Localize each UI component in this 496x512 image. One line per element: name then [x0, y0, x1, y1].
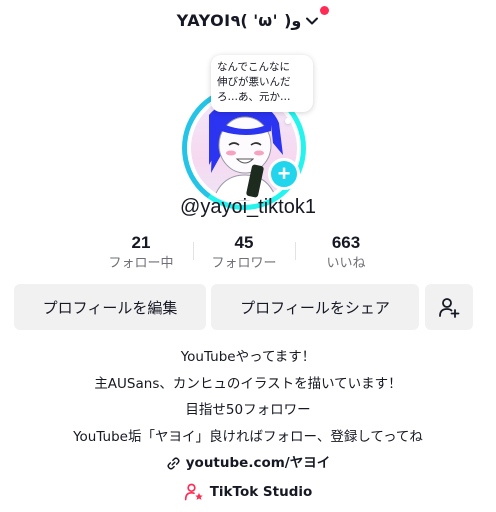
stat-likes[interactable]: 663 いいね [296, 232, 396, 274]
profile-stats: 21 フォロー中 45 フォロワー 663 いいね [0, 232, 496, 276]
account-switcher[interactable]: YAYOI٩( 'ω' )و [0, 11, 496, 30]
chevron-down-icon [306, 17, 319, 24]
share-profile-button[interactable]: プロフィールをシェア [211, 284, 419, 330]
bio-line: 主AUSans、カンヒュのイラストを描いています！ [94, 375, 402, 392]
add-person-icon [439, 298, 460, 318]
add-story-button[interactable]: + [268, 158, 300, 190]
following-count: 21 [131, 233, 151, 252]
add-friend-button[interactable] [425, 284, 473, 330]
username-handle: @yayoi_tiktok1 [180, 196, 316, 218]
profile-header: YAYOI٩( 'ω' )و [0, 0, 496, 44]
status-bubble-text: なんでこんなに 伸びが悪いんだ ろ…あ、元か… [217, 61, 291, 103]
creator-star-icon [184, 483, 203, 501]
notification-dot [320, 6, 329, 15]
likes-label: いいね [326, 256, 366, 271]
stat-followers[interactable]: 45 フォロワー [194, 232, 294, 274]
stat-following[interactable]: 21 フォロー中 [91, 232, 191, 274]
tiktok-studio-link[interactable]: TikTok Studio [0, 482, 496, 502]
followers-count: 45 [234, 233, 254, 252]
tiktok-studio-label: TikTok Studio [209, 484, 313, 500]
likes-count: 663 [331, 233, 361, 252]
bio-line: YouTube垢「ヤヨイ」良ければフォロー、登録してってね [73, 428, 423, 445]
following-label: フォロー中 [108, 256, 174, 271]
bio-link-text: youtube.com/ヤヨイ [185, 455, 331, 471]
profile-bio: YouTubeやってます！ 主AUSans、カンヒュのイラストを描いています！ … [0, 344, 496, 477]
bio-line: YouTubeやってます！ [180, 349, 316, 365]
plus-icon: + [277, 161, 291, 186]
status-bubble[interactable]: なんでこんなに 伸びが悪いんだ ろ…あ、元か… [211, 55, 313, 112]
link-icon [167, 457, 180, 470]
bio-line: 目指せ50フォロワー [185, 402, 311, 418]
bio-link[interactable]: youtube.com/ヤヨイ [0, 450, 496, 477]
edit-profile-button[interactable]: プロフィールを編集 [14, 284, 206, 330]
bubble-tail [285, 118, 291, 124]
display-name: YAYOI٩( 'ω' )و [176, 11, 302, 30]
followers-label: フォロワー [211, 256, 277, 271]
